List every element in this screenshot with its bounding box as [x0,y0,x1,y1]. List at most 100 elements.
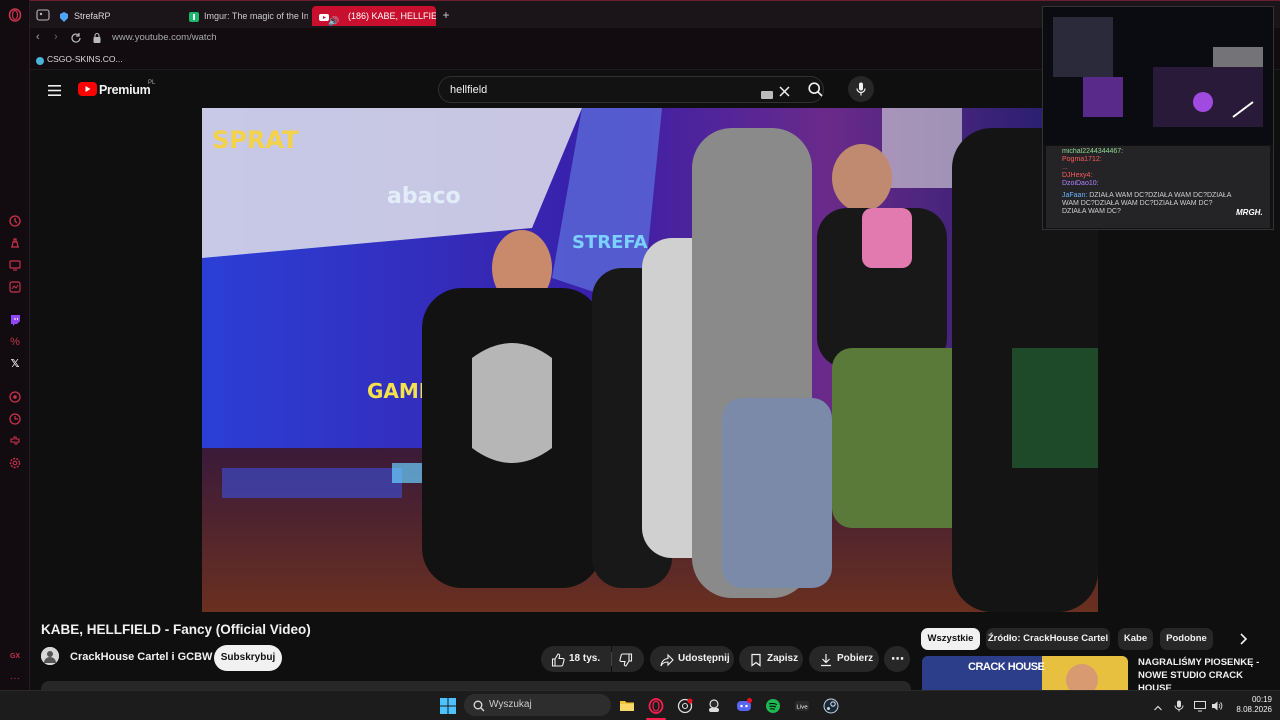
recommended-title[interactable]: NAGRALIŚMY PIOSENKĘ - NOWE STUDIO CRACK … [1138,656,1270,690]
keyboard-icon[interactable] [761,86,773,99]
hamburger-menu-icon[interactable] [48,83,61,96]
chatgpt-icon[interactable] [677,698,693,714]
bookmark-save-icon [749,652,763,667]
back-arrow-icon[interactable]: ‹ [36,31,40,43]
bookmark-csgo-skins[interactable]: CSGO-SKINS.CO... [47,54,123,64]
chat-message: ... [1062,164,1068,171]
share-button[interactable]: Udostępnij [650,646,734,672]
like-count: 18 tys. [569,653,601,664]
tab-imgur[interactable]: Imgur: The magic of the Int [182,6,308,26]
forward-arrow-icon[interactable]: › [54,31,58,43]
youtube-header: Premium PL hellfield [30,70,1042,108]
thumbs-up-icon [551,652,565,667]
streamer-logo: MRGH. [1236,208,1263,217]
clock[interactable]: 00:19 8.08.2026 [1232,695,1272,715]
reload-icon[interactable] [70,31,82,43]
search-magnifier-icon [473,699,485,712]
search-icon[interactable] [808,82,823,97]
opera-logo-icon[interactable] [8,8,22,22]
chip-all[interactable]: Wszystkie [921,628,980,650]
microphone-icon [856,82,866,96]
settings-gear-icon[interactable] [8,456,22,470]
tab-label: Imgur: The magic of the Int [204,11,308,21]
live-app-icon[interactable]: Live [794,698,810,714]
channel-avatar[interactable] [41,647,59,665]
download-label: Pobierz [837,653,874,664]
youtube-logo-text: Premium [99,83,151,97]
chips-next-chevron-icon[interactable] [1236,631,1250,647]
opera-gx-taskbar-icon[interactable] [648,698,664,714]
tray-volume-icon[interactable] [1211,699,1223,711]
stream-chat: michal2244344467: Pogma1712: ... DJHexy4… [1046,146,1270,228]
imgur-favicon-icon [188,10,200,22]
gx-cleaner-icon[interactable] [8,236,22,250]
voice-search-button[interactable] [848,76,874,102]
windows-start-icon[interactable] [440,698,456,714]
steam-icon[interactable] [823,698,839,714]
file-explorer-icon[interactable] [619,698,635,714]
youtube-logo-icon[interactable] [78,82,97,96]
history-icon[interactable] [8,412,22,426]
share-label: Udostępnij [678,653,730,664]
video-player[interactable]: SPRAT abaco STREFA GAMING [202,108,1098,612]
strefarp-favicon-icon [58,10,70,22]
windows-taskbar: Wyszukaj Live 00:19 8.08.2026 [0,690,1280,720]
chip-similar[interactable]: Podobne [1160,628,1213,650]
recommended-thumbnail[interactable]: CRACK HOUSE [922,656,1128,690]
gx-badge[interactable]: GX [8,650,22,664]
discord-icon[interactable] [736,698,752,714]
url-text[interactable]: www.youtube.com/watch [112,32,217,43]
tab-youtube-active[interactable]: 🔊 (186) KABE, HELLFIELD [312,6,436,26]
gx-control-icon[interactable] [8,214,22,228]
download-icon [819,652,833,667]
clock-date: 8.08.2026 [1236,705,1272,714]
search-box[interactable]: hellfield [438,76,824,103]
taskbar-search-box[interactable]: Wyszukaj [464,694,611,716]
channel-name[interactable]: CrackHouse Cartel i GCBW [70,651,212,663]
svg-text:abaco: abaco [387,184,461,209]
chat-message: Pogma1712: [1062,156,1102,163]
subscribe-button[interactable]: Subskrybuj [214,645,282,671]
tab-preview-icon[interactable] [36,8,50,21]
svg-text:SPRAT: SPRAT [212,126,299,154]
search-input[interactable]: hellfield [450,84,487,96]
messenger-icon[interactable] [8,280,22,294]
chat-message: michal2244344467: [1062,148,1124,155]
percent-icon[interactable]: % [8,335,22,349]
webcam-feed [1043,7,1273,145]
speaker-icon[interactable]: 🔊 [328,11,339,26]
more-actions-button[interactable]: ⋯ [884,646,910,672]
country-code: PL [148,80,156,86]
lock-icon[interactable] [92,31,102,43]
download-button[interactable]: Pobierz [809,646,879,672]
new-tab-plus-icon[interactable]: + [440,9,452,21]
x-twitter-icon[interactable]: 𝕏 [8,357,22,371]
thumbnail-text: CRACK HOUSE [968,661,1045,673]
svg-text:Live: Live [796,705,808,711]
record-icon[interactable] [8,390,22,404]
chat-message: DzoiDao10: [1062,180,1099,187]
chip-source[interactable]: Źródło: CrackHouse Cartel [986,628,1110,650]
like-button[interactable]: 18 tys. [541,646,611,672]
chat-message: DJHexy4: [1062,172,1093,179]
tray-microphone-icon[interactable] [1174,699,1184,712]
tab-strefarp[interactable]: StrefaRP [52,6,178,26]
save-button[interactable]: Zapisz [739,646,803,672]
more-icon[interactable]: ··· [8,672,22,686]
player-icon[interactable] [8,258,22,272]
spotify-icon[interactable] [765,698,781,714]
tab-label: (186) KABE, HELLFIELD [348,11,436,21]
video-title: KABE, HELLFIELD - Fancy (Official Video) [41,622,311,637]
extensions-icon[interactable] [8,434,22,448]
tray-display-icon[interactable] [1194,699,1206,712]
chip-kabe[interactable]: Kabe [1118,628,1153,650]
gamepad-app-icon[interactable] [706,698,722,714]
clear-search-icon[interactable] [779,84,790,97]
svg-text:STREFA: STREFA [572,232,648,253]
taskbar-search-placeholder: Wyszukaj [489,699,532,710]
tray-chevron-up-icon[interactable] [1153,700,1163,711]
description-box[interactable] [41,681,911,690]
twitch-icon[interactable] [8,313,22,327]
bookmark-favicon-icon [35,53,45,65]
dislike-button[interactable] [612,646,644,672]
